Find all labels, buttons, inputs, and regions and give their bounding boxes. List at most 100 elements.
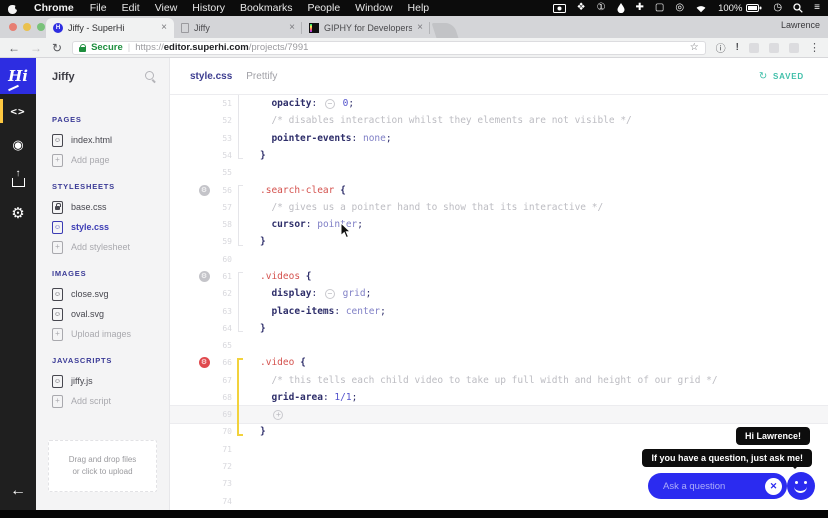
one-password-icon[interactable]: ① bbox=[597, 3, 606, 13]
file-item-jiffy-js[interactable]: ☺ jiffy.js bbox=[52, 371, 169, 391]
rail-item-share-upload[interactable] bbox=[0, 162, 36, 196]
code-text[interactable]: place-items: center; bbox=[247, 306, 828, 317]
code-text[interactable]: pointer-events: none; bbox=[247, 133, 828, 144]
code-text[interactable]: display: − grid; bbox=[247, 288, 828, 299]
tab-title: Jiffy - SuperHi bbox=[68, 23, 125, 33]
menubar-item-view[interactable]: View bbox=[155, 2, 178, 14]
loom-icon[interactable]: ◎ bbox=[675, 3, 684, 13]
menubar-item-help[interactable]: Help bbox=[408, 2, 430, 14]
code-text[interactable]: .search-clear { bbox=[247, 185, 828, 196]
notification-center-icon[interactable]: ≡ bbox=[814, 3, 820, 13]
extension-bar-icon[interactable]: ! bbox=[736, 42, 739, 53]
file-item-index-html[interactable]: ☺ index.html bbox=[52, 130, 169, 150]
zoom-window-button[interactable] bbox=[37, 23, 45, 31]
file-smiley-icon: ☺ bbox=[52, 287, 63, 301]
file-item-style-css[interactable]: ☺ style.css bbox=[52, 217, 169, 237]
file-plus-icon: + bbox=[52, 327, 63, 341]
chat-smiley-button[interactable] bbox=[787, 472, 815, 500]
hint-icon[interactable] bbox=[198, 184, 210, 196]
menubar-item-bookmarks[interactable]: Bookmarks bbox=[240, 2, 293, 14]
hint-icon[interactable] bbox=[198, 270, 210, 282]
code-text[interactable]: opacity: − 0; bbox=[247, 98, 828, 109]
change-bar bbox=[235, 354, 247, 372]
tab-close-icon[interactable]: × bbox=[161, 23, 167, 33]
menubar-item-edit[interactable]: Edit bbox=[122, 2, 140, 14]
code-text[interactable]: .videos { bbox=[247, 271, 828, 282]
plus-app-icon[interactable]: ✚ bbox=[636, 3, 644, 13]
code-text[interactable]: /* this tells each child video to take u… bbox=[247, 375, 828, 386]
menubar-item-window[interactable]: Window bbox=[355, 2, 392, 14]
reload-icon[interactable]: ↻ bbox=[52, 42, 62, 54]
dropbox-icon[interactable]: ❖ bbox=[577, 3, 586, 13]
file-item-add-stylesheet[interactable]: + Add stylesheet bbox=[52, 237, 169, 257]
file-item-base-css[interactable]: base.css bbox=[52, 197, 169, 217]
file-item-upload-images[interactable]: + Upload images bbox=[52, 324, 169, 344]
rail-item-code-editor[interactable]: <> bbox=[0, 94, 36, 128]
change-bar bbox=[235, 441, 247, 458]
code-text[interactable]: .video { bbox=[247, 357, 828, 368]
browser-tab-3[interactable]: GIPHY for Developers | API Ex × bbox=[302, 18, 430, 38]
bookmark-star-icon[interactable]: ☆ bbox=[690, 42, 699, 53]
rail-item-settings[interactable]: ⚙ bbox=[0, 196, 36, 230]
code-text[interactable]: grid-area: 1/1; bbox=[247, 392, 828, 403]
back-icon[interactable]: ← bbox=[8, 42, 20, 54]
wifi-icon[interactable] bbox=[695, 4, 707, 13]
upload-dropzone[interactable]: Drag and drop files or click to upload bbox=[48, 440, 157, 492]
add-plus-icon[interactable]: + bbox=[273, 409, 284, 420]
menubar-app-name[interactable]: Chrome bbox=[34, 2, 74, 14]
tab-close-icon[interactable]: × bbox=[417, 23, 423, 33]
menubar-item-people[interactable]: People bbox=[307, 2, 340, 14]
forward-icon[interactable]: → bbox=[30, 42, 42, 54]
extension-disabled-icon-1[interactable] bbox=[749, 42, 759, 53]
file-item-oval-svg[interactable]: ☺ oval.svg bbox=[52, 304, 169, 324]
spotlight-icon[interactable] bbox=[793, 3, 803, 13]
code-text[interactable]: } bbox=[247, 150, 828, 161]
error-hint-icon[interactable] bbox=[198, 357, 210, 369]
rail-item-preview[interactable]: ◉ bbox=[0, 128, 36, 162]
chrome-menu-icon[interactable]: ⋮ bbox=[809, 41, 820, 54]
apple-menu-icon[interactable] bbox=[8, 3, 20, 14]
minimize-window-button[interactable] bbox=[23, 23, 31, 31]
close-window-button[interactable] bbox=[9, 23, 17, 31]
collapse-minus-icon[interactable]: − bbox=[324, 98, 335, 109]
extension-info-icon[interactable]: ⓘ bbox=[716, 40, 726, 55]
extension-disabled-icon-3[interactable] bbox=[789, 42, 799, 53]
section-heading-stylesheets: STYLESHEETS bbox=[52, 182, 115, 191]
open-file-tab[interactable]: style.css bbox=[190, 71, 232, 82]
code-text[interactable]: cursor: pointer; bbox=[247, 219, 828, 230]
collapse-minus-icon[interactable]: − bbox=[324, 288, 335, 299]
menubar-item-history[interactable]: History bbox=[192, 2, 225, 14]
clock-icon[interactable]: ◷ bbox=[773, 3, 782, 13]
superhi-logo[interactable]: Hi bbox=[0, 58, 36, 94]
file-item-add-page[interactable]: + Add page bbox=[52, 150, 169, 170]
chat-close-icon[interactable]: ✕ bbox=[765, 477, 782, 495]
profile-name[interactable]: Lawrence bbox=[781, 20, 820, 30]
code-text[interactable]: /* gives us a pointer hand to show that … bbox=[247, 202, 828, 213]
extension-disabled-icon-2[interactable] bbox=[769, 42, 779, 53]
back-arrow-icon[interactable]: ← bbox=[0, 478, 36, 504]
file-item-add-script[interactable]: + Add script bbox=[52, 391, 169, 411]
battery-status[interactable]: 100% bbox=[718, 3, 762, 14]
browser-tab-2[interactable]: Jiffy × bbox=[174, 18, 302, 38]
code-text[interactable]: + bbox=[247, 409, 828, 420]
change-bar bbox=[235, 492, 247, 509]
droplet-icon[interactable] bbox=[617, 3, 625, 13]
prettify-button[interactable]: Prettify bbox=[246, 71, 277, 82]
file-item-close-svg[interactable]: ☺ close.svg bbox=[52, 284, 169, 304]
screen-record-icon[interactable] bbox=[552, 3, 566, 13]
code-text[interactable]: } bbox=[247, 236, 828, 247]
new-tab-button[interactable] bbox=[431, 23, 459, 38]
url-field[interactable]: Secure | https://editor.superhi.com/proj… bbox=[72, 40, 706, 55]
chat-input[interactable]: Ask a question ✕ bbox=[648, 473, 787, 499]
display-icon[interactable]: ▢ bbox=[655, 3, 664, 13]
menubar-item-file[interactable]: File bbox=[90, 2, 107, 14]
change-bar bbox=[235, 233, 247, 250]
search-icon[interactable] bbox=[145, 70, 157, 83]
line-number: 58 bbox=[222, 220, 232, 230]
code-text[interactable]: /* disables interaction whilst they elem… bbox=[247, 115, 828, 126]
browser-tab-1[interactable]: H Jiffy - SuperHi × bbox=[46, 18, 174, 38]
code-area[interactable]: 51 opacity: − 0; 52 /* disables interacti… bbox=[170, 95, 828, 510]
code-text[interactable]: } bbox=[247, 323, 828, 334]
gutter-cell bbox=[196, 184, 212, 196]
tab-close-icon[interactable]: × bbox=[289, 23, 295, 33]
